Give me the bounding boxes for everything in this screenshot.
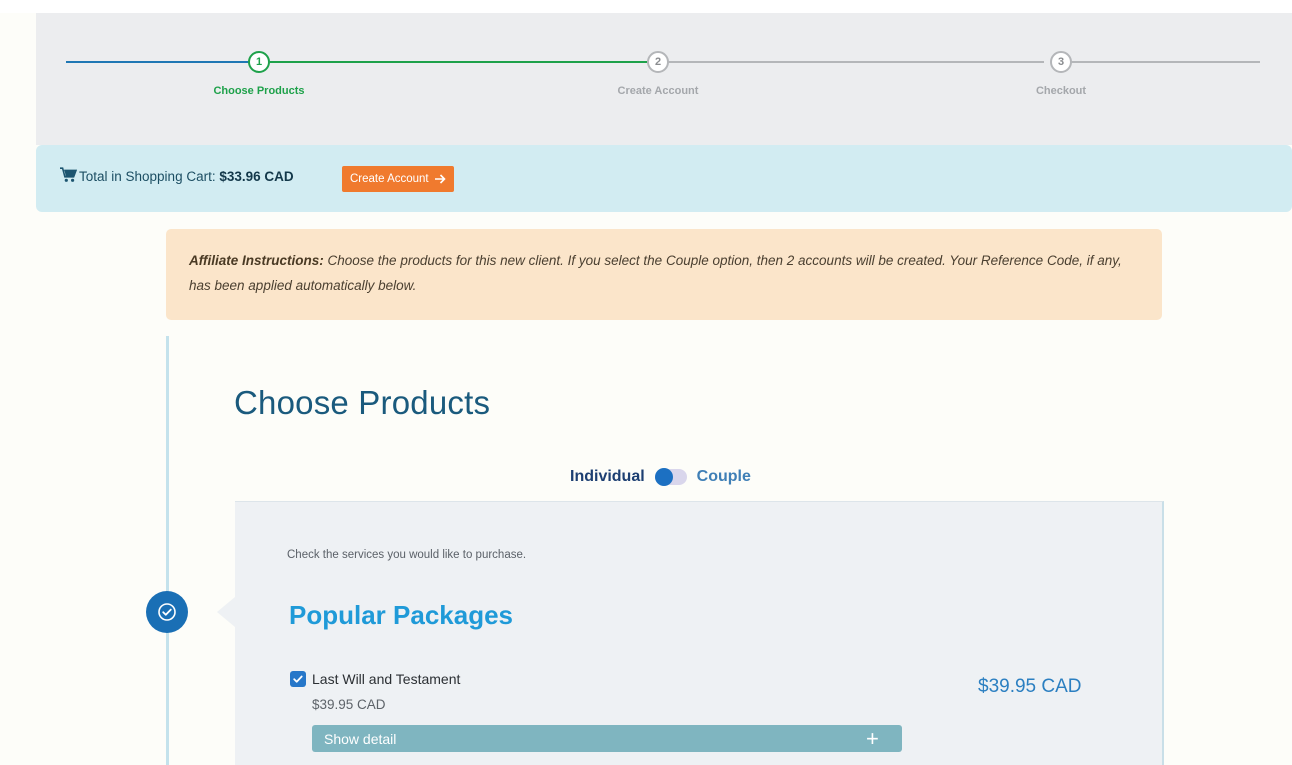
progress-stepper: 1 2 3 Choose Products Create Account Che… [36, 13, 1292, 145]
show-detail-label: Show detail [324, 731, 397, 747]
toggle-individual-label[interactable]: Individual [570, 468, 645, 486]
cart-total-label: Total in Shopping Cart: [79, 169, 216, 184]
page-title: Choose Products [234, 384, 491, 421]
timeline-badge [146, 591, 188, 633]
top-strip [0, 0, 1292, 13]
show-detail-button[interactable]: Show detail + [312, 725, 902, 752]
product-name[interactable]: Last Will and Testament [312, 671, 460, 687]
section-title-popular-packages: Popular Packages [289, 600, 513, 630]
toggle-couple-label[interactable]: Couple [697, 468, 751, 486]
product-subprice: $39.95 CAD [312, 697, 386, 712]
shopping-cart-bar: Total in Shopping Cart: $33.96 CAD Creat… [36, 145, 1292, 212]
checkmark-icon [293, 675, 303, 683]
step-2-circle: 2 [647, 51, 669, 73]
step-1-circle: 1 [248, 51, 270, 73]
plus-icon: + [866, 726, 879, 751]
create-account-label: Create Account [350, 173, 429, 185]
product-checkbox-last-will[interactable] [290, 671, 306, 687]
product-price: $39.95 CAD [978, 676, 1082, 697]
individual-couple-switch[interactable] [654, 468, 687, 486]
shopping-cart-icon [60, 167, 77, 182]
arrow-right-icon [434, 174, 446, 184]
check-circle-icon [158, 603, 176, 621]
products-hint: Check the services you would like to pur… [287, 549, 527, 561]
stepper-line-pending [668, 61, 1044, 63]
create-account-button[interactable]: Create Account [342, 166, 454, 192]
plan-toggle: Individual Couple [570, 465, 751, 489]
step-3-circle: 3 [1050, 51, 1072, 73]
affiliate-instructions: Affiliate Instructions: Choose the produ… [166, 229, 1162, 320]
stepper-line-end [1064, 61, 1260, 63]
card-pointer [217, 597, 235, 627]
step-1-label: Choose Products [213, 85, 305, 97]
timeline-line [166, 336, 169, 765]
cart-total-text: Total in Shopping Cart: $33.96 CAD [79, 169, 294, 184]
toggle-knob [654, 468, 673, 486]
instructions-lead: Affiliate Instructions: [189, 253, 324, 268]
cart-total-amount: $33.96 CAD [219, 169, 294, 184]
step-2-label: Create Account [617, 85, 699, 97]
step-3-label: Checkout [1035, 85, 1087, 97]
instructions-text: Choose the products for this new client.… [189, 253, 1122, 293]
stepper-line-start [66, 61, 260, 63]
stepper-line-completed [270, 61, 648, 63]
